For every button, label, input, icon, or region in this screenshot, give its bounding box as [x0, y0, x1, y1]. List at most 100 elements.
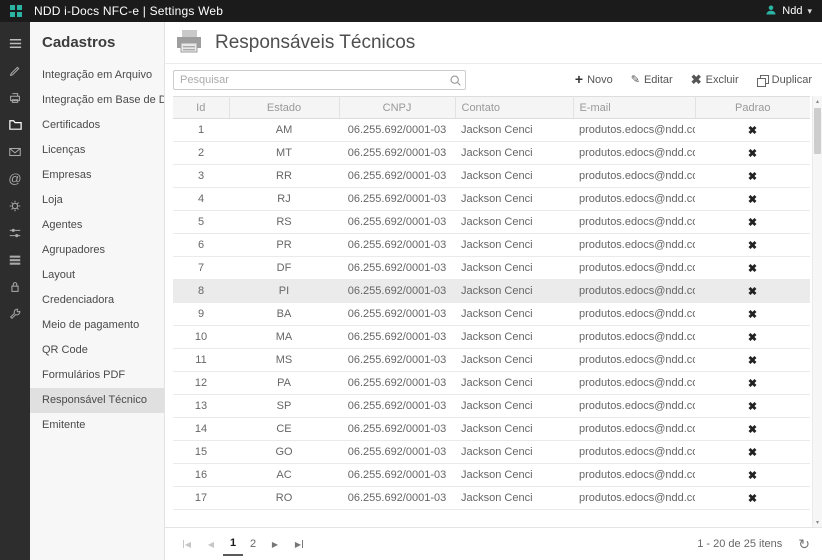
gear-icon[interactable]: [0, 192, 30, 219]
wrench-icon[interactable]: [0, 300, 30, 327]
plus-icon: +: [575, 72, 583, 86]
cell-email: produtos.edocs@ndd.com.br: [573, 280, 695, 303]
table-row[interactable]: 10MA06.255.692/0001-03Jackson Cenciprodu…: [173, 326, 810, 349]
search-input[interactable]: [173, 70, 466, 90]
cell-padrao: ✖: [695, 349, 810, 372]
duplicar-button[interactable]: Duplicar: [757, 74, 812, 86]
mail-icon[interactable]: [0, 138, 30, 165]
cell-cnpj: 06.255.692/0001-03: [339, 395, 455, 418]
excluir-button[interactable]: ✖ Excluir: [691, 74, 739, 86]
col-header-email[interactable]: E-mail: [573, 97, 695, 119]
cell-contato: Jackson Cenci: [455, 418, 573, 441]
table-row[interactable]: 4RJ06.255.692/0001-03Jackson Cenciprodut…: [173, 188, 810, 211]
sliders-icon[interactable]: [0, 219, 30, 246]
sidebar-item-layout[interactable]: Layout: [30, 263, 164, 288]
cell-email: produtos.edocs@ndd.com.br: [573, 257, 695, 280]
cell-estado: RO: [229, 487, 339, 510]
pager-next-button[interactable]: ▶: [263, 532, 287, 556]
cell-contato: Jackson Cenci: [455, 165, 573, 188]
excluir-label: Excluir: [706, 74, 739, 86]
editar-button[interactable]: ✎ Editar: [631, 74, 673, 86]
sidebar-item-integracao-em-arquivo[interactable]: Integração em Arquivo: [30, 63, 164, 88]
page-icon: [173, 29, 205, 56]
sidebar-item-loja[interactable]: Loja: [30, 188, 164, 213]
printer-icon[interactable]: [0, 84, 30, 111]
col-header-contato[interactable]: Contato: [455, 97, 573, 119]
cell-estado: PA: [229, 372, 339, 395]
sidebar-item-certificados[interactable]: Certificados: [30, 113, 164, 138]
edit-icon: ✎: [631, 75, 640, 86]
table-row[interactable]: 17RO06.255.692/0001-03Jackson Cenciprodu…: [173, 487, 810, 510]
scroll-up-icon[interactable]: ▴: [813, 96, 822, 106]
table-row[interactable]: 6PR06.255.692/0001-03Jackson Cenciprodut…: [173, 234, 810, 257]
cell-email: produtos.edocs@ndd.com.br: [573, 487, 695, 510]
sidebar-item-integracao-em-base-de-dados[interactable]: Integração em Base de Dados: [30, 88, 164, 113]
cell-email: produtos.edocs@ndd.com.br: [573, 418, 695, 441]
sidebar-item-empresas[interactable]: Empresas: [30, 163, 164, 188]
cell-id: 17: [173, 487, 229, 510]
scroll-down-icon[interactable]: ▾: [813, 517, 822, 527]
cell-estado: CE: [229, 418, 339, 441]
folder-icon[interactable]: [0, 111, 30, 138]
list-icon[interactable]: [0, 246, 30, 273]
table-row[interactable]: 1AM06.255.692/0001-03Jackson Cenciprodut…: [173, 119, 810, 142]
sidebar-item-meio-de-pagamento[interactable]: Meio de pagamento: [30, 313, 164, 338]
menu-icon[interactable]: [0, 30, 30, 57]
sidebar-list: Integração em ArquivoIntegração em Base …: [30, 63, 164, 438]
table-row[interactable]: 5RS06.255.692/0001-03Jackson Cenciprodut…: [173, 211, 810, 234]
scrollbar-thumb[interactable]: [814, 108, 821, 154]
refresh-icon[interactable]: ↻: [798, 536, 810, 553]
sidebar: Cadastros Integração em ArquivoIntegraçã…: [30, 22, 165, 560]
user-name: Ndd: [782, 5, 802, 17]
cell-email: produtos.edocs@ndd.com.br: [573, 165, 695, 188]
cell-id: 5: [173, 211, 229, 234]
col-header-padrao[interactable]: Padrao: [695, 97, 810, 119]
table-row[interactable]: 13SP06.255.692/0001-03Jackson Cenciprodu…: [173, 395, 810, 418]
sidebar-item-emitente[interactable]: Emitente: [30, 413, 164, 438]
lock-icon[interactable]: [0, 273, 30, 300]
table-row[interactable]: 3RR06.255.692/0001-03Jackson Cenciprodut…: [173, 165, 810, 188]
table-row[interactable]: 16AC06.255.692/0001-03Jackson Cenciprodu…: [173, 464, 810, 487]
table-zone: Id Estado CNPJ Contato E-mail Padrao 1AM…: [165, 96, 822, 527]
cell-estado: MT: [229, 142, 339, 165]
pager-prev-button[interactable]: ◀: [199, 532, 223, 556]
table-row[interactable]: 11MS06.255.692/0001-03Jackson Cenciprodu…: [173, 349, 810, 372]
pager-page-1[interactable]: 1: [223, 532, 243, 556]
body: @ Cadastros Integração em ArquivoIntegra…: [0, 22, 822, 560]
sidebar-item-responsavel-tecnico[interactable]: Responsável Técnico: [30, 388, 164, 413]
cell-cnpj: 06.255.692/0001-03: [339, 303, 455, 326]
sidebar-item-formularios-pdf[interactable]: Formulários PDF: [30, 363, 164, 388]
sidebar-item-licencas[interactable]: Licenças: [30, 138, 164, 163]
apps-grid-icon[interactable]: [10, 5, 22, 17]
table-scrollbar[interactable]: ▴ ▾: [812, 96, 822, 527]
at-icon[interactable]: @: [0, 165, 30, 192]
cell-estado: PI: [229, 280, 339, 303]
table-row[interactable]: 15GO06.255.692/0001-03Jackson Cenciprodu…: [173, 441, 810, 464]
table-row[interactable]: 12PA06.255.692/0001-03Jackson Cenciprodu…: [173, 372, 810, 395]
cell-id: 3: [173, 165, 229, 188]
table-row[interactable]: 2MT06.255.692/0001-03Jackson Cenciprodut…: [173, 142, 810, 165]
cell-cnpj: 06.255.692/0001-03: [339, 142, 455, 165]
sidebar-item-qr-code[interactable]: QR Code: [30, 338, 164, 363]
table-row[interactable]: 9BA06.255.692/0001-03Jackson Cenciprodut…: [173, 303, 810, 326]
col-header-id[interactable]: Id: [173, 97, 229, 119]
search-icon[interactable]: [449, 74, 462, 90]
pager-page-2[interactable]: 2: [243, 532, 263, 556]
cell-estado: DF: [229, 257, 339, 280]
col-header-cnpj[interactable]: CNPJ: [339, 97, 455, 119]
sidebar-item-agentes[interactable]: Agentes: [30, 213, 164, 238]
sidebar-item-credenciadora[interactable]: Credenciadora: [30, 288, 164, 313]
user-menu[interactable]: Ndd ▾: [765, 4, 812, 19]
pen-icon[interactable]: [0, 57, 30, 84]
col-header-estado[interactable]: Estado: [229, 97, 339, 119]
table-row[interactable]: 7DF06.255.692/0001-03Jackson Cenciprodut…: [173, 257, 810, 280]
cell-padrao: ✖: [695, 119, 810, 142]
sidebar-item-agrupadores[interactable]: Agrupadores: [30, 238, 164, 263]
pager-first-button[interactable]: ◀: [175, 532, 199, 556]
cell-padrao: ✖: [695, 487, 810, 510]
pager-last-button[interactable]: ▶: [287, 532, 311, 556]
table-row[interactable]: 14CE06.255.692/0001-03Jackson Cenciprodu…: [173, 418, 810, 441]
novo-button[interactable]: + Novo: [575, 74, 613, 86]
cell-cnpj: 06.255.692/0001-03: [339, 464, 455, 487]
table-row[interactable]: 8PI06.255.692/0001-03Jackson Cenciprodut…: [173, 280, 810, 303]
